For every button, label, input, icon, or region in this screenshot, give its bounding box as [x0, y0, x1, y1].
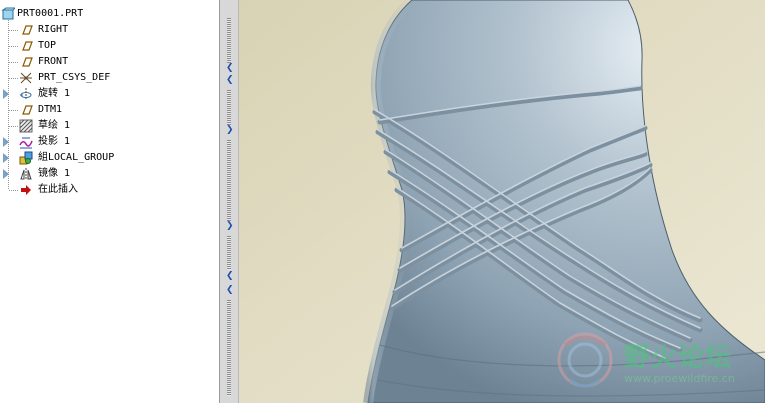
- chevron-right-icon[interactable]: ❯: [226, 126, 234, 135]
- tree-item-label: 組LOCAL_GROUP: [38, 152, 115, 163]
- tree-item-right[interactable]: RIGHT: [0, 22, 219, 38]
- watermark-url: www.proewildfire.cn: [624, 372, 735, 385]
- projection-icon: [19, 135, 33, 149]
- splitter-grip: [227, 140, 231, 222]
- expand-arrow-icon[interactable]: [3, 137, 9, 147]
- tree-item-label: 镜像 1: [38, 168, 71, 179]
- tree-item-mirror[interactable]: 镜像 1: [0, 166, 219, 182]
- datum-plane-icon: [19, 103, 33, 117]
- splitter-grip: [227, 90, 231, 126]
- graphics-viewport[interactable]: 野火论坛 www.proewildfire.cn: [239, 0, 765, 403]
- chevron-left-icon[interactable]: ❮: [226, 272, 234, 281]
- coordinate-system-icon: [19, 71, 33, 85]
- splitter-grip: [227, 236, 231, 270]
- chevron-right-icon[interactable]: ❯: [226, 222, 234, 231]
- tree-item-label: 在此插入: [38, 184, 78, 195]
- tree-item-dtm1[interactable]: DTM1: [0, 102, 219, 118]
- tree-item-label: FRONT: [38, 56, 69, 67]
- expand-arrow-icon[interactable]: [3, 89, 9, 99]
- datum-plane-icon: [19, 55, 33, 69]
- tree-item-csys[interactable]: PRT_CSYS_DEF: [0, 70, 219, 86]
- tree-item-label: TOP: [38, 40, 57, 51]
- chevron-left-icon[interactable]: ❮: [226, 64, 234, 73]
- splitter-grip: [227, 18, 231, 63]
- expand-arrow-icon[interactable]: [3, 169, 9, 179]
- tree-item-label: 草绘 1: [38, 120, 71, 131]
- tree-item-part[interactable]: PRT0001.PRT: [0, 6, 219, 22]
- splitter-grip: [227, 300, 231, 396]
- revolve-icon: [19, 87, 33, 101]
- model-tree: PRT0001.PRT RIGHT TOP FRONT PRT_CSYS_DEF: [0, 0, 219, 403]
- datum-plane-icon: [19, 23, 33, 37]
- datum-plane-icon: [19, 39, 33, 53]
- tree-item-sketch[interactable]: 草绘 1: [0, 118, 219, 134]
- mirror-icon: [19, 167, 33, 181]
- tree-item-top[interactable]: TOP: [0, 38, 219, 54]
- tree-item-label: DTM1: [38, 104, 63, 115]
- watermark-title: 野火论坛: [624, 343, 733, 373]
- chevron-left-icon[interactable]: ❮: [226, 76, 234, 85]
- tree-item-group[interactable]: 組LOCAL_GROUP: [0, 150, 219, 166]
- expand-arrow-icon[interactable]: [3, 153, 9, 163]
- tree-item-label: PRT_CSYS_DEF: [38, 72, 111, 83]
- tree-item-label: PRT0001.PRT: [17, 8, 84, 19]
- tree-item-label: 旋转 1: [38, 88, 71, 99]
- tree-item-insert-here[interactable]: 在此插入: [0, 182, 219, 198]
- tree-item-projection[interactable]: 投影 1: [0, 134, 219, 150]
- part-icon: [1, 7, 17, 21]
- sketch-icon: [19, 119, 33, 133]
- tree-item-label: RIGHT: [38, 24, 69, 35]
- group-icon: [19, 151, 33, 165]
- tree-item-label: 投影 1: [38, 136, 71, 147]
- insert-here-arrow-icon: [19, 183, 33, 197]
- panel-splitter[interactable]: ❮ ❮ ❯ ❯ ❮ ❮: [219, 0, 239, 403]
- tree-item-front[interactable]: FRONT: [0, 54, 219, 70]
- tree-item-revolve[interactable]: 旋转 1: [0, 86, 219, 102]
- chevron-left-icon[interactable]: ❮: [226, 286, 234, 295]
